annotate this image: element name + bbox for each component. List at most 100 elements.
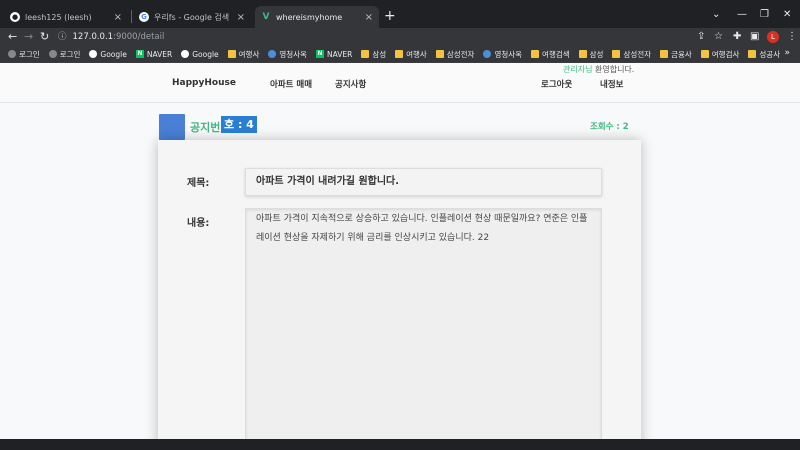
notice-detail-card: 제목: 아파트 가격이 내려가길 원합니다. 내용: 아파트 가격이 지속적으로…: [158, 140, 641, 439]
menu-icon[interactable]: ⋮: [787, 30, 797, 44]
star-icon[interactable]: ☆: [714, 30, 723, 44]
google-icon: [181, 50, 190, 58]
welcome-message: 관리자님 환영합니다.: [563, 64, 634, 75]
nav-apartment-trade[interactable]: 아파트 매매: [270, 78, 312, 90]
forward-icon[interactable]: →: [24, 30, 33, 44]
close-icon[interactable]: ×: [237, 12, 245, 23]
title-label: 제목:: [187, 178, 210, 189]
bookmark-label: Google: [192, 49, 219, 59]
bookmark-item[interactable]: N NAVER: [135, 49, 173, 59]
notice-icon: [159, 114, 185, 140]
brand-logo[interactable]: HappyHouse: [172, 78, 236, 88]
title-field[interactable]: 아파트 가격이 내려가길 원합니다.: [245, 168, 602, 196]
bookmark-item[interactable]: 성공사: [748, 49, 780, 60]
bookmark-label: 금융사: [671, 49, 692, 59]
folder-icon: [578, 50, 587, 58]
tab-label: 우리fs - Google 검색: [154, 12, 230, 22]
folder-icon: [612, 50, 621, 58]
view-count: 조회수 : 2: [590, 122, 629, 132]
tab-divider: [131, 10, 132, 23]
bookmark-label: 삼성전자: [623, 49, 652, 59]
folder-icon: [227, 50, 236, 58]
info-icon[interactable]: ⓘ: [58, 32, 67, 42]
bookmark-item[interactable]: 로그인: [8, 49, 40, 60]
tab-google-search[interactable]: G 우리fs - Google 검색 ×: [133, 6, 251, 28]
globe-icon: [483, 50, 492, 58]
tab-github[interactable]: ● leesh125 (leesh) ×: [4, 6, 128, 28]
folder-icon: [435, 50, 444, 58]
bookmark-item[interactable]: 삼성: [361, 49, 386, 60]
more-bookmarks-icon[interactable]: »: [784, 48, 790, 58]
bookmark-item[interactable]: 여행검사: [700, 49, 739, 60]
wave-icon: [8, 50, 16, 58]
bookmark-label: 영청사옥: [494, 49, 523, 59]
site-navbar: HappyHouse 아파트 매매 공지사항 관리자님 환영합니다. 로그아웃 …: [0, 63, 800, 103]
bookmark-item[interactable]: N NAVER: [315, 49, 353, 59]
page-viewport: HappyHouse 아파트 매매 공지사항 관리자님 환영합니다. 로그아웃 …: [0, 63, 800, 439]
bookmark-label: NAVER: [326, 49, 353, 59]
taskbar-strip: [0, 439, 800, 450]
folder-icon: [700, 50, 709, 58]
bookmark-label: NAVER: [146, 49, 173, 59]
back-icon[interactable]: ←: [8, 30, 17, 44]
naver-icon: N: [135, 50, 144, 58]
url-host: 127.0.0.1: [72, 32, 114, 42]
bookmark-label: Google: [100, 49, 127, 59]
bookmark-item[interactable]: 여행사: [395, 49, 427, 60]
bookmark-item[interactable]: Google: [181, 49, 219, 59]
share-icon[interactable]: ⇪: [697, 30, 705, 44]
bookmark-item[interactable]: 로그인: [48, 49, 81, 60]
logout-link[interactable]: 로그아웃: [541, 78, 572, 90]
google-icon: [89, 50, 98, 58]
naver-icon: N: [315, 50, 324, 58]
globe-icon: [268, 50, 277, 58]
extensions-icon[interactable]: ✚: [733, 30, 741, 44]
folder-icon: [395, 50, 404, 58]
folder-icon: [748, 50, 757, 58]
folder-icon: [531, 50, 540, 58]
google-icon: G: [139, 12, 149, 22]
github-icon: ●: [10, 12, 20, 22]
bookmark-item[interactable]: 삼성전자: [435, 49, 475, 60]
avatar[interactable]: L: [767, 31, 779, 43]
bookmark-item[interactable]: 영청사옥: [268, 49, 307, 60]
url-path: :9000/detail: [113, 32, 165, 42]
new-tab-icon[interactable]: +: [384, 9, 396, 23]
bookmark-item[interactable]: 영청사옥: [483, 49, 522, 60]
vue-icon: V: [262, 12, 270, 22]
address-bar[interactable]: ⓘ 127.0.0.1:9000/detail: [58, 29, 708, 45]
bookmark-item[interactable]: 삼성: [578, 49, 603, 60]
bookmark-item[interactable]: 삼성전자: [612, 49, 651, 60]
bookmark-label: 삼성: [372, 49, 387, 59]
minimize-icon[interactable]: —: [737, 9, 747, 20]
folder-icon: [660, 50, 669, 58]
tab-label: leesh125 (leesh): [25, 12, 92, 22]
bookmark-label: 로그인: [59, 49, 81, 59]
nav-notice[interactable]: 공지사항: [335, 78, 366, 90]
bookmark-item[interactable]: Google: [89, 49, 127, 59]
notice-number-badge: 호 : 4: [221, 116, 257, 133]
welcome-user: 관리자님: [563, 65, 593, 74]
welcome-text: 환영합니다.: [592, 65, 635, 74]
sidepanel-icon[interactable]: ▣: [750, 30, 759, 44]
bookmark-label: 여행사: [238, 49, 260, 59]
my-info-link[interactable]: 내정보: [600, 78, 623, 90]
maximize-icon[interactable]: ❐: [760, 9, 769, 20]
close-icon[interactable]: ×: [365, 12, 373, 23]
bookmark-item[interactable]: 여행검색: [531, 49, 570, 60]
content-field[interactable]: 아파트 가격이 지속적으로 상승하고 있습니다. 인플레이션 현상 때문일까요?…: [245, 208, 602, 439]
bookmark-item[interactable]: 금융사: [660, 49, 692, 60]
close-window-icon[interactable]: ✕: [783, 9, 791, 20]
bookmark-label: 삼성전자: [446, 49, 475, 59]
close-icon[interactable]: ×: [114, 12, 122, 23]
bookmark-label: 여행검색: [542, 49, 570, 59]
bookmarks-bar: 로그인 로그인 Google N NAVER Google 여행사 영청사옥 N NAVER 삼성 여…: [0, 46, 800, 63]
bookmark-label: 영청사옥: [279, 49, 307, 59]
wave-icon: [48, 50, 57, 58]
bookmark-item[interactable]: 여행사: [227, 49, 260, 60]
tab-search-icon[interactable]: ⌄: [712, 9, 720, 20]
tab-whereismyhome[interactable]: V whereismyhome ×: [255, 6, 379, 28]
folder-icon: [361, 50, 370, 58]
reload-icon[interactable]: ↻: [40, 30, 49, 44]
notice-number-label: 공지번: [190, 121, 221, 134]
